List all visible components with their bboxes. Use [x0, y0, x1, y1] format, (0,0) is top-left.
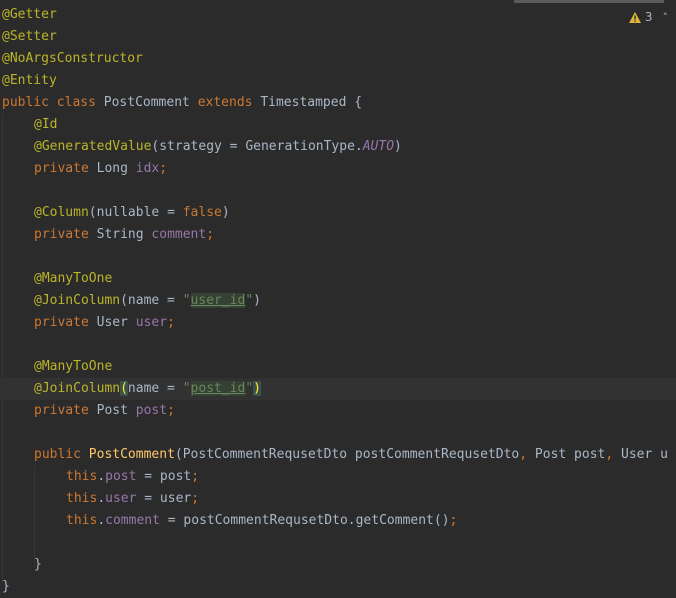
code-line-4[interactable]: @Entity	[0, 70, 676, 92]
code-line-18[interactable]: this.post = post;	[0, 466, 676, 488]
class-name: PostComment	[103, 95, 190, 110]
keyword: private	[34, 315, 89, 330]
field-name: comment	[151, 227, 207, 242]
keyword: public	[2, 95, 49, 110]
keyword: private	[34, 403, 89, 418]
brace: }	[34, 557, 42, 572]
string-literal: post_id	[190, 381, 246, 396]
string-quote: "	[182, 293, 191, 308]
keyword: private	[34, 227, 89, 242]
annotation-generated-value: @GeneratedValue	[34, 139, 152, 154]
field-name: idx	[135, 161, 160, 176]
string-quote: "	[245, 381, 254, 396]
semicolon: ;	[191, 491, 200, 506]
type-name: User	[96, 315, 128, 330]
code-text: )	[394, 139, 402, 154]
annotation-setter: @Setter	[2, 29, 57, 44]
code-line-2[interactable]: @Setter	[0, 26, 676, 48]
code-line-9[interactable]: @Column(nullable = false)	[0, 202, 676, 224]
code-line-10[interactable]: private String comment;	[0, 224, 676, 246]
code-text: .	[97, 469, 106, 484]
code-line-17[interactable]: public PostComment(PostCommentRequsetDto…	[0, 444, 676, 466]
string-quote: "	[245, 293, 254, 308]
comma: ,	[519, 447, 528, 462]
code-text: = user	[136, 491, 192, 506]
annotation-many-to-one: @ManyToOne	[34, 359, 113, 374]
keyword: extends	[197, 95, 253, 110]
code-line-15-current[interactable]: @JoinColumn(name = "post_id")	[0, 378, 676, 400]
code-line-7[interactable]: @GeneratedValue(strategy = GenerationTyp…	[0, 136, 676, 158]
string-literal: user_id	[190, 293, 246, 308]
field-name: post	[135, 403, 168, 418]
keyword: private	[34, 161, 89, 176]
semicolon: ;	[167, 315, 175, 330]
annotation-join-column: @JoinColumn	[34, 293, 121, 308]
code-text: )	[221, 205, 230, 220]
annotation-noargs: @NoArgsConstructor	[2, 51, 143, 66]
keyword: this	[66, 491, 98, 506]
code-line-8[interactable]: private Long idx;	[0, 158, 676, 180]
code-line-14[interactable]: @ManyToOne	[0, 356, 676, 378]
semicolon: ;	[206, 227, 215, 242]
brace: {	[354, 95, 363, 110]
code-text: .	[97, 513, 106, 528]
annotation-entity: @Entity	[2, 73, 57, 88]
field-name: post	[105, 469, 137, 484]
code-text: = post	[136, 469, 192, 484]
code-line-5[interactable]: public class PostComment extends Timesta…	[0, 92, 676, 114]
code-text: )	[253, 293, 261, 308]
code-line-16[interactable]: private Post post;	[0, 400, 676, 422]
code-line-20[interactable]: this.comment = postCommentRequsetDto.get…	[0, 510, 676, 532]
string-quote: "	[182, 381, 191, 396]
annotation-getter: @Getter	[2, 7, 57, 22]
keyword: this	[66, 469, 98, 484]
annotation-column: @Column	[34, 205, 89, 220]
code-line-11[interactable]: @ManyToOne	[0, 268, 676, 290]
semicolon: ;	[191, 469, 200, 484]
code-text: (nullable =	[88, 205, 183, 220]
field-name: user	[105, 491, 137, 506]
keyword: false	[182, 205, 222, 220]
semicolon: ;	[449, 513, 458, 528]
constructor-name: PostComment	[88, 447, 175, 462]
brace: }	[2, 579, 10, 594]
code-line-12[interactable]: @JoinColumn(name = "user_id")	[0, 290, 676, 312]
semicolon: ;	[159, 161, 168, 176]
code-editor[interactable]: 3 ˄ @Getter @Setter @NoArgsConstructor @…	[0, 0, 676, 594]
code-line-19[interactable]: this.user = user;	[0, 488, 676, 510]
matched-paren: )	[253, 381, 261, 396]
annotation-id: @Id	[34, 117, 58, 132]
code-text: (name =	[120, 293, 183, 308]
matched-paren: (	[120, 381, 128, 396]
annotation-many-to-one: @ManyToOne	[34, 271, 113, 286]
code-line-6[interactable]: @Id	[0, 114, 676, 136]
keyword: this	[66, 513, 98, 528]
code-line-3[interactable]: @NoArgsConstructor	[0, 48, 676, 70]
code-text: .	[97, 491, 106, 506]
code-text: User u	[613, 447, 668, 462]
code-line-22[interactable]: }	[0, 576, 676, 598]
type-name: String	[96, 227, 144, 242]
code-line-21[interactable]: }	[0, 554, 676, 576]
semicolon: ;	[167, 403, 175, 418]
type-name: Post	[96, 403, 128, 418]
code-text: name =	[127, 381, 183, 396]
base-class: Timestamped	[260, 95, 347, 110]
code-line-13[interactable]: private User user;	[0, 312, 676, 334]
code-text: = postCommentRequsetDto.getComment()	[159, 513, 450, 528]
keyword: class	[56, 95, 96, 110]
code-text: (strategy = GenerationType.	[151, 139, 363, 154]
annotation-join-column: @JoinColumn	[34, 381, 121, 396]
code-text: (PostCommentRequsetDto postCommentRequse…	[174, 447, 520, 462]
type-name: Long	[96, 161, 128, 176]
horizontal-scrollbar[interactable]	[514, 0, 664, 3]
enum-constant: AUTO	[362, 139, 395, 154]
field-name: user	[135, 315, 168, 330]
code-text: Post post	[527, 447, 606, 462]
code-line-1[interactable]: @Getter	[0, 4, 676, 26]
keyword: public	[34, 447, 81, 462]
field-name: comment	[105, 513, 160, 528]
